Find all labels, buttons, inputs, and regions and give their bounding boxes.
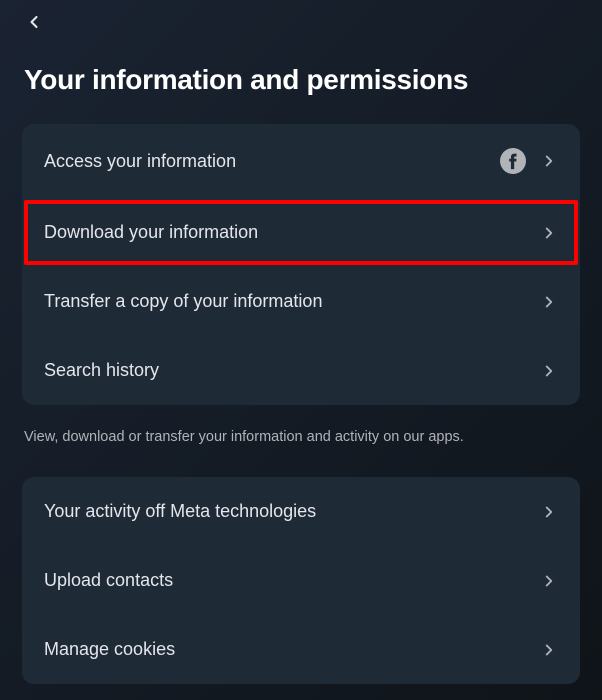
row-activity-off-meta[interactable]: Your activity off Meta technologies	[22, 477, 580, 546]
facebook-icon	[500, 148, 526, 174]
row-manage-cookies[interactable]: Manage cookies	[22, 615, 580, 684]
section-1: Access your information Download your in…	[22, 124, 580, 405]
chevron-right-icon	[540, 293, 558, 311]
row-label: Your activity off Meta technologies	[44, 501, 540, 522]
row-upload-contacts[interactable]: Upload contacts	[22, 546, 580, 615]
section-2: Your activity off Meta technologies Uplo…	[22, 477, 580, 684]
chevron-right-icon	[540, 362, 558, 380]
chevron-right-icon	[540, 224, 558, 242]
chevron-right-icon	[540, 572, 558, 590]
row-label: Manage cookies	[44, 639, 540, 660]
row-search-history[interactable]: Search history	[22, 336, 580, 405]
row-download-your-information[interactable]: Download your information	[22, 198, 580, 267]
row-label: Transfer a copy of your information	[44, 291, 540, 312]
row-label: Upload contacts	[44, 570, 540, 591]
row-label: Search history	[44, 360, 540, 381]
help-text: View, download or transfer your informat…	[0, 413, 602, 457]
back-button[interactable]	[20, 8, 48, 36]
row-access-your-information[interactable]: Access your information	[22, 124, 580, 198]
page-title: Your information and permissions	[0, 36, 602, 116]
chevron-right-icon	[540, 503, 558, 521]
chevron-right-icon	[540, 152, 558, 170]
row-transfer-copy[interactable]: Transfer a copy of your information	[22, 267, 580, 336]
row-label: Download your information	[44, 222, 540, 243]
row-label: Access your information	[44, 151, 500, 172]
chevron-right-icon	[540, 641, 558, 659]
chevron-left-icon	[24, 12, 44, 32]
